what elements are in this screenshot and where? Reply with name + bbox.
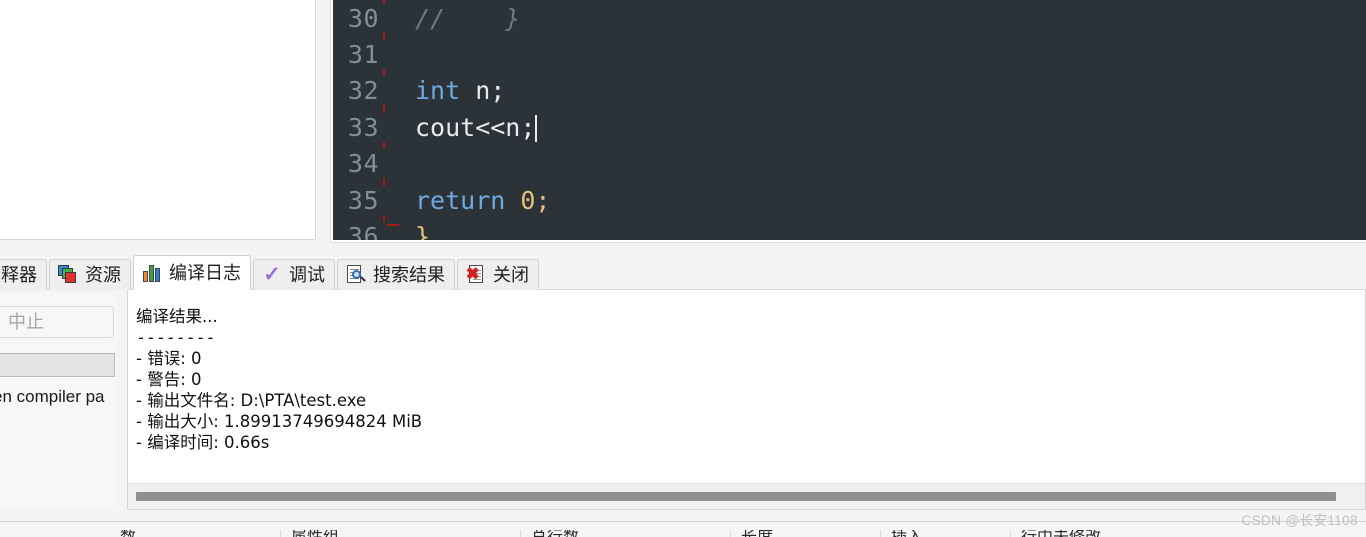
status-cell-length: 长度 xyxy=(730,530,773,537)
tab-resources[interactable]: 资源 xyxy=(49,259,131,290)
compile-log-panel[interactable]: 编译结果... -------- - 错误: 0 - 警告: 0 - 输出文件名… xyxy=(127,290,1366,510)
compile-progress-bar xyxy=(0,353,115,377)
tab-label: 编译日志 xyxy=(169,263,241,283)
code-line-text: // } xyxy=(415,3,521,33)
line-number: 30 xyxy=(333,3,387,33)
top-region: 30 // } 31 32 int n; 33 cout<<n; 34 35 r… xyxy=(0,0,1366,246)
code-editor-panel[interactable]: 30 // } 31 32 int n; 33 cout<<n; 34 35 r… xyxy=(330,0,1366,243)
line-number: 33 xyxy=(333,112,387,142)
tab-debug[interactable]: ✓ 调试 xyxy=(253,259,335,290)
line-number: 31 xyxy=(333,40,387,70)
check-icon: ✓ xyxy=(263,263,281,286)
line-number: 32 xyxy=(333,76,387,106)
code-line-35[interactable]: 35 return 0; xyxy=(333,182,1366,218)
tab-label: 资源 xyxy=(85,265,121,285)
search-icon xyxy=(346,265,366,285)
line-number: 34 xyxy=(333,149,387,179)
log-line-warnings: - 警告: 0 xyxy=(136,370,202,389)
compile-controls-column: 中止 en compiler pa xyxy=(0,293,117,508)
log-horizontal-scrollbar[interactable] xyxy=(128,483,1365,509)
keyword-token: return xyxy=(415,185,506,215)
ide-window: 30 // } 31 32 int n; 33 cout<<n; 34 35 r… xyxy=(0,0,1366,537)
abort-button[interactable]: 中止 xyxy=(0,306,114,338)
log-line-errors: - 错误: 0 xyxy=(136,349,202,368)
compile-log-region: 中止 en compiler pa 编译结果... -------- - 错误:… xyxy=(0,290,1366,521)
status-cell-insert: 插入 xyxy=(880,530,923,537)
status-bar: 数 属性组 总行数 长度 插入 行中未修改 xyxy=(0,521,1366,537)
code-line-text: } xyxy=(415,222,431,240)
tab-label: 调试 xyxy=(289,265,325,285)
horizontal-splitter[interactable] xyxy=(317,0,330,243)
keyword-token: int xyxy=(415,76,461,106)
csdn-watermark: CSDN @长安1108 xyxy=(1241,513,1358,528)
left-side-panel[interactable] xyxy=(0,0,316,240)
code-line-30[interactable]: 30 // } xyxy=(333,0,1366,36)
code-line-32[interactable]: 32 int n; xyxy=(333,73,1366,109)
layers-icon xyxy=(58,265,78,285)
code-line-36[interactable]: 36 } xyxy=(333,218,1366,240)
tab-search-results[interactable]: 搜索结果 xyxy=(337,259,455,290)
code-line-text: int n; xyxy=(387,76,505,105)
number-token: 0; xyxy=(505,185,551,215)
line-number: 35 xyxy=(333,185,387,215)
tab-close[interactable]: ✖ 关闭 xyxy=(457,259,539,290)
tab-compile-log[interactable]: 编译日志 xyxy=(133,255,251,290)
status-cell-attrgroup: 属性组 xyxy=(280,530,339,537)
log-line-separator: -------- xyxy=(136,328,216,347)
code-line-text: return 0; xyxy=(387,186,550,215)
status-cell-totallines: 总行数 xyxy=(520,530,579,537)
tab-compiler[interactable]: 释器 xyxy=(0,259,47,290)
log-line-title: 编译结果... xyxy=(136,307,218,326)
tab-label: 关闭 xyxy=(493,265,529,285)
bar-chart-icon xyxy=(142,263,162,283)
log-line-output-size: - 输出大小: 1.89913749694824 MiB xyxy=(136,412,423,431)
code-token: cout<<n; xyxy=(415,112,536,142)
compiler-params-label: en compiler pa xyxy=(0,387,105,406)
text-cursor xyxy=(535,114,538,142)
close-doc-icon: ✖ xyxy=(466,265,486,285)
tab-label: 释器 xyxy=(1,265,37,285)
line-number: 36 xyxy=(333,222,387,240)
scrollbar-thumb[interactable] xyxy=(136,492,1336,501)
log-line-output-name: - 输出文件名: D:\PTA\test.exe xyxy=(136,391,367,410)
log-line-compile-time: - 编译时间: 0.66s xyxy=(136,433,270,452)
code-line-33[interactable]: 33 cout<<n; xyxy=(333,109,1366,145)
code-line-34[interactable]: 34 xyxy=(333,146,1366,182)
code-line-text: cout<<n; xyxy=(387,112,538,142)
tab-label: 搜索结果 xyxy=(373,265,445,285)
code-line-31[interactable]: 31 xyxy=(333,36,1366,72)
code-token: n; xyxy=(460,76,506,106)
status-cell-modified: 行中未修改 xyxy=(1010,530,1101,537)
compile-log-text: 编译结果... -------- - 错误: 0 - 警告: 0 - 输出文件名… xyxy=(128,290,1365,453)
code-editor-surface[interactable]: 30 // } 31 32 int n; 33 cout<<n; 34 35 r… xyxy=(333,0,1366,240)
status-cell-count: 数 xyxy=(110,530,136,537)
bottom-panel-tabbar[interactable]: 释器 资源 编译日志 ✓ 调试 搜索结果 ✖ 关闭 xyxy=(0,255,1366,290)
